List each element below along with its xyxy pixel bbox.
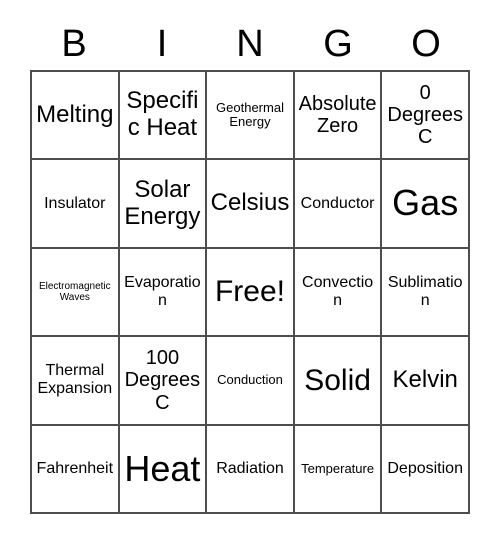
bingo-cell-label: Insulator [44,194,106,212]
bingo-card: B I N G O Melting Specific Heat Geotherm… [0,0,500,544]
bingo-cell-label: Sublimation [387,274,463,309]
bingo-cell-label: Electromagnetic Waves [38,280,111,303]
bingo-cell-r2c3[interactable]: Celsius [207,160,295,249]
bingo-cell-r5c4[interactable]: Temperature [294,425,383,514]
bingo-cell-label: Solar Energy [124,175,201,230]
bingo-cell-label: Free! [214,275,285,309]
bingo-cell-label: 100 Degrees C [124,346,201,414]
bingo-cell-label: Conduction [217,372,283,388]
bingo-cell-label: Deposition [387,459,463,477]
bingo-header: B I N G O [30,18,470,70]
header-letter-o: O [411,23,441,65]
bingo-cell-label: Specific Heat [126,87,199,142]
bingo-cell-r4c3[interactable]: Conduction [207,337,295,426]
bingo-cell-r5c5[interactable]: Deposition [382,425,470,514]
bingo-cell-r2c1[interactable]: Insulator [32,160,120,249]
bingo-cell-label: Absolute Zero [298,92,377,138]
bingo-cell-r3c4[interactable]: Convection [294,248,383,338]
bingo-cell-r1c4[interactable]: Absolute Zero [294,72,383,161]
bingo-cell-r1c3[interactable]: Geothermal Energy [207,72,295,161]
bingo-cell-label: Thermal Expansion [37,362,113,398]
header-letter-i: I [156,23,168,65]
bingo-cell-r1c2[interactable]: Specific Heat [119,72,208,161]
bingo-cell-label: Gas [392,182,459,224]
bingo-cell-r5c2[interactable]: Heat [119,425,208,514]
bingo-cell-r5c1[interactable]: Fahrenheit [32,425,120,514]
bingo-cell-r4c4[interactable]: Solid [294,337,383,426]
bingo-cell-label: Conductor [300,194,375,212]
bingo-cell-r3c1[interactable]: Electromagnetic Waves [32,248,120,338]
bingo-cell-label: Temperature [301,460,375,476]
bingo-cell-label: Fahrenheit [36,459,114,477]
bingo-cell-label: Kelvin [392,365,458,393]
bingo-cell-free-space[interactable]: Free! [207,248,295,338]
bingo-cell-label: Melting [36,100,114,128]
bingo-cell-label: Solid [304,363,371,397]
header-letter-n: N [236,23,264,65]
header-letter-g: G [323,23,353,65]
bingo-cell-r4c1[interactable]: Thermal Expansion [32,337,120,426]
bingo-cell-r5c3[interactable]: Radiation [207,425,295,514]
bingo-cell-label: Evaporation [124,274,201,309]
bingo-cell-r4c2[interactable]: 100 Degrees C [119,337,208,426]
header-letter-b: B [61,23,87,65]
bingo-cell-r4c5[interactable]: Kelvin [382,337,470,426]
bingo-cell-label: Radiation [216,459,284,477]
bingo-cell-r2c4[interactable]: Conductor [294,160,383,249]
bingo-cell-r2c5[interactable]: Gas [382,160,470,249]
bingo-cell-r1c5[interactable]: 0 Degrees C [382,72,470,161]
bingo-cell-label: Heat [124,447,201,489]
bingo-grid: Melting Specific Heat Geothermal Energy … [30,70,470,514]
bingo-cell-label: Geothermal Energy [216,99,284,130]
bingo-cell-r3c5[interactable]: Sublimation [382,248,470,338]
bingo-cell-label: Celsius [210,189,290,217]
bingo-cell-label: 0 Degrees C [387,81,463,149]
bingo-cell-r1c1[interactable]: Melting [32,72,120,161]
bingo-cell-r2c2[interactable]: Solar Energy [119,160,208,249]
bingo-cell-r3c2[interactable]: Evaporation [119,248,208,338]
bingo-cell-label: Convection [302,274,374,309]
